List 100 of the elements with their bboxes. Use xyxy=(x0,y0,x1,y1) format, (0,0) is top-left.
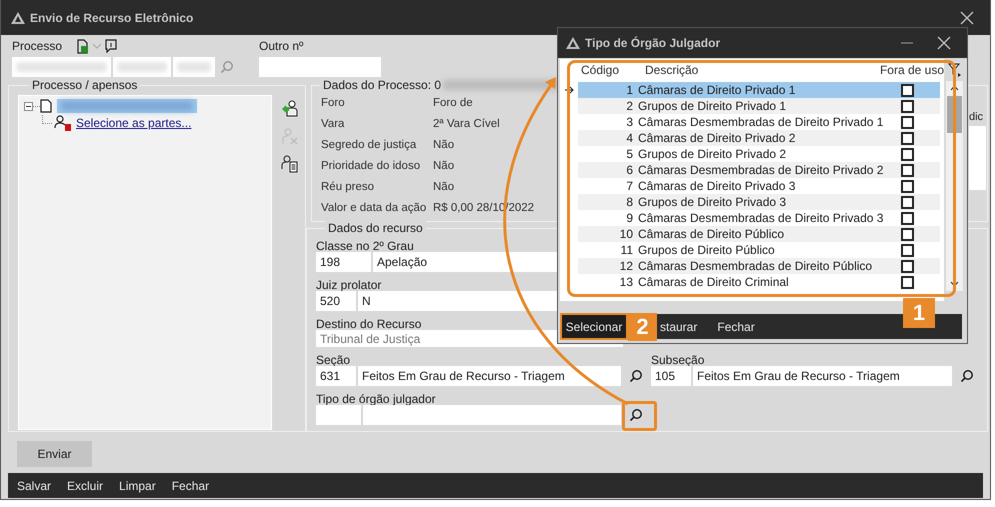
field-label: Classe no 2º Grau xyxy=(316,239,414,252)
table-row[interactable]: 10 Câmaras de Direito Público xyxy=(578,226,940,242)
filter-icon[interactable] xyxy=(948,63,962,78)
table-cell-text: Grupos de Direito Público xyxy=(638,243,776,257)
input-field[interactable]: 631 xyxy=(316,366,356,386)
field-label: Juiz prolator xyxy=(316,278,382,291)
table-cell-text: 2 xyxy=(625,99,634,113)
logo-icon xyxy=(566,37,580,49)
table-cell-text: Grupos de Direito Privado 3 xyxy=(638,195,788,209)
chevron-down-icon xyxy=(950,281,959,287)
column-header[interactable]: Descrição xyxy=(644,62,698,76)
search-icon[interactable] xyxy=(629,369,643,383)
checkbox[interactable] xyxy=(901,260,914,272)
checkbox[interactable] xyxy=(901,84,914,96)
toolbar-button[interactable]: Fechar xyxy=(717,320,755,334)
input-field[interactable] xyxy=(259,57,381,77)
table-cell-text: 10 xyxy=(618,227,634,241)
close-icon[interactable] xyxy=(937,36,951,50)
callout-badge: 2 xyxy=(628,313,657,341)
table-cell-text: Câmaras Desmembradas de Direito Privado 2 xyxy=(638,163,884,177)
table-cell-text: Câmaras de Direito Privado 2 xyxy=(638,131,796,145)
info-icon[interactable] xyxy=(105,39,117,53)
table-cell-text: Câmaras de Direito Público xyxy=(638,227,786,241)
table-row[interactable]: 12 Câmaras Desmembradas de Direito Público xyxy=(578,258,940,274)
table-cell-text: 9 xyxy=(625,211,634,225)
column-header[interactable]: Fora de uso xyxy=(880,62,944,76)
field-label: Processo xyxy=(12,39,64,53)
checkbox[interactable] xyxy=(901,100,914,112)
table-cell-text: 4 xyxy=(625,131,634,145)
checkbox[interactable] xyxy=(901,196,914,208)
table-cell-text: 3 xyxy=(625,115,634,129)
input-field[interactable]: Feitos Em Grau de Recurso - Triagem xyxy=(693,366,952,386)
table-cell-text: Câmaras de Direito Privado 3 xyxy=(638,179,796,193)
field-label: Outro nº xyxy=(259,39,304,53)
checkbox[interactable] xyxy=(901,180,914,192)
info-label: Réu preso xyxy=(321,180,374,195)
input-field[interactable] xyxy=(173,57,215,77)
input-field[interactable] xyxy=(363,405,621,425)
checkbox[interactable] xyxy=(901,116,914,128)
window-title: Tipo de Órgão Julgador xyxy=(585,36,720,50)
table-cell-text: 7 xyxy=(625,179,634,193)
checkbox[interactable] xyxy=(901,244,914,256)
info-label: Prioridade do idoso xyxy=(321,159,420,174)
input-field[interactable] xyxy=(316,405,361,425)
table-row[interactable]: 4 Câmaras de Direito Privado 2 xyxy=(578,130,940,146)
table-cell-text: Grupos de Direito Privado 2 xyxy=(638,147,788,161)
table-cell-text: Câmaras de Direito Privado 1 xyxy=(638,83,796,97)
document-icon xyxy=(40,99,52,113)
group-title: Dados do Processo: 0 xyxy=(323,78,442,92)
info-value: 2ª Vara Cível xyxy=(433,117,501,132)
add-person-icon[interactable] xyxy=(281,99,299,117)
info-label: Valor e data da ação xyxy=(321,201,426,216)
toolbar-button[interactable]: Salvar xyxy=(17,478,52,492)
search-icon[interactable] xyxy=(960,369,974,383)
input-field[interactable] xyxy=(113,57,171,77)
tree-node[interactable] xyxy=(57,99,197,113)
toolbar-button[interactable]: Selecionar xyxy=(560,313,628,340)
input-field[interactable]: Feitos Em Grau de Recurso - Triagem xyxy=(358,366,621,386)
minimize-icon[interactable] xyxy=(901,42,913,44)
table-cell-text: Câmaras de Direito Criminal xyxy=(638,275,790,289)
table-cell-text: 1 xyxy=(625,83,634,97)
close-icon[interactable] xyxy=(960,10,974,24)
table-row[interactable]: 2 Grupos de Direito Privado 1 xyxy=(578,98,940,114)
info-value: Foro de xyxy=(433,96,474,111)
input-field[interactable]: 520 xyxy=(316,291,356,311)
toolbar-button[interactable]: Fechar xyxy=(172,478,210,492)
info-value: Não xyxy=(433,180,456,195)
collapse-icon[interactable] xyxy=(24,102,33,110)
link[interactable]: Selecione as partes... xyxy=(76,116,192,130)
info-value: Não xyxy=(433,138,456,153)
input-field[interactable]: 105 xyxy=(651,366,691,386)
column-header[interactable]: Código xyxy=(581,62,620,76)
person-document-icon[interactable] xyxy=(281,155,299,173)
table-row[interactable]: 1 Câmaras de Direito Privado 1 xyxy=(578,82,940,98)
checkbox[interactable] xyxy=(901,132,914,144)
toolbar-button[interactable]: Limpar xyxy=(119,478,156,492)
table-row[interactable]: 6 Câmaras Desmembradas de Direito Privado 2 xyxy=(578,162,940,178)
search-icon[interactable] xyxy=(629,408,643,422)
checkbox[interactable] xyxy=(901,148,914,160)
group-title: Processo / apensos xyxy=(29,78,140,92)
field-label: Seção xyxy=(316,353,350,366)
checkbox[interactable] xyxy=(901,212,914,224)
checkbox[interactable] xyxy=(901,164,914,176)
field-label: Subseção xyxy=(651,353,704,366)
field-label: Destino do Recurso xyxy=(316,317,422,330)
logo-icon xyxy=(11,12,25,24)
table-cell-text: 5 xyxy=(625,147,634,161)
table-row[interactable]: 8 Grupos de Direito Privado 3 xyxy=(578,194,940,210)
table-cell-text: Câmaras Desmembradas de Direito Público xyxy=(638,259,874,273)
input-field[interactable]: 198 xyxy=(316,252,371,272)
info-label: Vara xyxy=(321,117,344,132)
info-label: Foro xyxy=(321,96,345,111)
input-field[interactable] xyxy=(12,57,111,77)
window-title: Envio de Recurso Eletrônico xyxy=(30,10,194,24)
toolbar-button[interactable]: Excluir xyxy=(67,478,104,492)
document-icon[interactable] xyxy=(75,38,89,54)
toolbar-button[interactable]: staurar xyxy=(660,320,698,334)
checkbox[interactable] xyxy=(901,228,914,240)
checkbox[interactable] xyxy=(901,276,914,288)
send-button[interactable]: Enviar xyxy=(17,441,92,467)
